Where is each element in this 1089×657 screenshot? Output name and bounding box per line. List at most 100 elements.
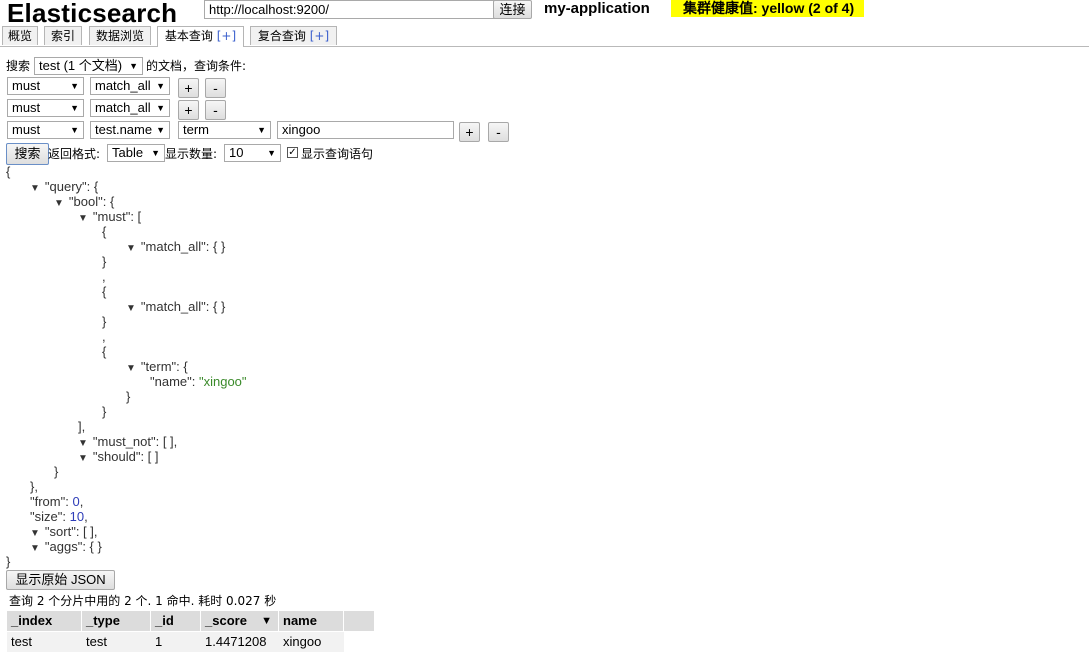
collapse-toggle-icon[interactable]: ▼ (30, 543, 40, 554)
field-value: test.name (95, 122, 153, 137)
json-punct: { (102, 224, 107, 239)
json-punct: : { } (205, 239, 226, 254)
collapse-toggle-icon[interactable]: ▼ (78, 438, 88, 449)
json-line: ▼ "must": [ (78, 209, 141, 226)
json-line: { (6, 164, 10, 179)
remove-condition-button[interactable]: - (205, 78, 226, 98)
json-line: "size": 10, (30, 509, 88, 524)
table-cell[interactable]: xingoo (279, 632, 344, 652)
column-header-type[interactable]: _type (82, 611, 151, 631)
add-condition-button[interactable]: + (178, 100, 199, 120)
json-punct: : [ ], (75, 524, 98, 539)
json-key: "should" (92, 449, 141, 464)
json-line: ▼ "match_all": { } (126, 299, 225, 316)
collapse-toggle-icon[interactable]: ▼ (78, 213, 88, 224)
size-value: 10 (229, 145, 244, 160)
column-header-index[interactable]: _index (7, 611, 82, 631)
add-condition-button[interactable]: + (459, 122, 480, 142)
add-condition-button[interactable]: + (178, 78, 199, 98)
tab-label: 数据浏览 (95, 29, 144, 43)
tab-basic-query[interactable]: 基本查询 [+] (157, 26, 244, 47)
json-line: ▼ "should": [ ] (78, 449, 159, 466)
json-punct: } (54, 464, 59, 479)
index-select-value: test (1 个文档) (39, 58, 123, 73)
tab-browser[interactable]: 数据浏览 (89, 26, 151, 45)
tab-indices[interactable]: 索引 (44, 26, 82, 45)
cluster-name: my-application (544, 0, 650, 17)
checkmark-icon: ✓ (288, 147, 297, 158)
json-line: } (126, 389, 130, 404)
format-select[interactable]: Table ▼ (107, 144, 165, 162)
table-cell[interactable]: test (82, 632, 151, 652)
collapse-toggle-icon[interactable]: ▼ (54, 198, 64, 209)
show-query-checkbox[interactable]: ✓ (287, 147, 298, 158)
json-punct: , (84, 509, 88, 524)
column-header-spacer (344, 611, 375, 631)
show-query-label: 显示查询语句 (301, 147, 374, 161)
json-punct: : { } (205, 299, 226, 314)
json-punct: : (191, 374, 199, 389)
json-punct: }, (30, 479, 38, 494)
json-key: "must_not" (92, 434, 156, 449)
table-cell[interactable]: 1 (151, 632, 201, 652)
json-line: } (102, 254, 106, 269)
json-line: { (102, 284, 106, 299)
collapse-toggle-icon[interactable]: ▼ (126, 363, 136, 374)
show-raw-json-button[interactable]: 显示原始 JSON (6, 570, 115, 590)
json-punct: { (102, 344, 107, 359)
occur-select-1[interactable]: must ▼ (7, 77, 84, 95)
tab-plus[interactable]: [+] (310, 29, 329, 43)
tab-bar: 概览 索引 数据浏览 基本查询 [+] 复合查询 [+] (0, 26, 1089, 47)
table-cell[interactable]: 1.4471208 (201, 632, 279, 652)
occur-select-3[interactable]: must ▼ (7, 121, 84, 139)
url-input[interactable]: http://localhost:9200/ (204, 0, 495, 19)
search-button[interactable]: 搜索 (6, 143, 49, 165)
json-line: } (54, 464, 58, 479)
occur-value: must (12, 78, 41, 93)
remove-condition-button[interactable]: - (488, 122, 509, 142)
json-key: "aggs" (44, 539, 83, 554)
field-value: match_all (95, 100, 151, 115)
term-value-input[interactable]: xingoo (277, 121, 454, 139)
field-select-2[interactable]: match_all ▼ (90, 99, 170, 117)
dropdown-arrow-icon: ▼ (267, 148, 276, 158)
field-select-3[interactable]: test.name ▼ (90, 121, 170, 139)
json-punct: , (79, 494, 84, 509)
tab-compound-query[interactable]: 复合查询 [+] (250, 26, 337, 45)
json-punct: , (102, 269, 106, 284)
json-line: } (102, 314, 106, 329)
json-line: ▼ "aggs": { } (30, 539, 102, 556)
occur-value: must (12, 122, 41, 137)
occur-select-2[interactable]: must ▼ (7, 99, 84, 117)
index-select[interactable]: test (1 个文档) ▼ (34, 57, 143, 75)
column-header-id[interactable]: _id (151, 611, 201, 631)
json-key: "must" (92, 209, 131, 224)
column-header-label: _score (205, 613, 247, 628)
dropdown-arrow-icon: ▼ (129, 61, 138, 71)
cluster-health-badge: 集群健康值: yellow (2 of 4) (671, 0, 865, 17)
column-header-score[interactable]: _score ▼ (201, 611, 279, 631)
table-cell[interactable]: test (7, 632, 82, 652)
json-value: 10 (69, 509, 85, 524)
size-select[interactable]: 10 ▼ (224, 144, 281, 162)
dropdown-arrow-icon: ▼ (151, 148, 160, 158)
collapse-toggle-icon[interactable]: ▼ (126, 243, 136, 254)
collapse-toggle-icon[interactable]: ▼ (30, 183, 40, 194)
field-select-1[interactable]: match_all ▼ (90, 77, 170, 95)
collapse-toggle-icon[interactable]: ▼ (30, 528, 40, 539)
collapse-toggle-icon[interactable]: ▼ (126, 303, 136, 314)
json-key: "name" (150, 374, 192, 389)
size-label: 显示数量: (165, 147, 218, 161)
query-summary: 查询 2 个分片中用的 2 个. 1 命中. 耗时 0.027 秒 (9, 594, 277, 608)
collapse-toggle-icon[interactable]: ▼ (78, 453, 88, 464)
dropdown-arrow-icon: ▼ (70, 81, 79, 91)
json-punct: : { (102, 194, 115, 209)
json-punct: } (102, 314, 107, 329)
tab-overview[interactable]: 概览 (2, 26, 38, 45)
tab-plus[interactable]: [+] (217, 29, 236, 43)
connect-button[interactable]: 连接 (493, 0, 532, 19)
operator-select-3[interactable]: term ▼ (178, 121, 271, 139)
json-punct: { (102, 284, 107, 299)
column-header-name[interactable]: name (279, 611, 344, 631)
remove-condition-button[interactable]: - (205, 100, 226, 120)
